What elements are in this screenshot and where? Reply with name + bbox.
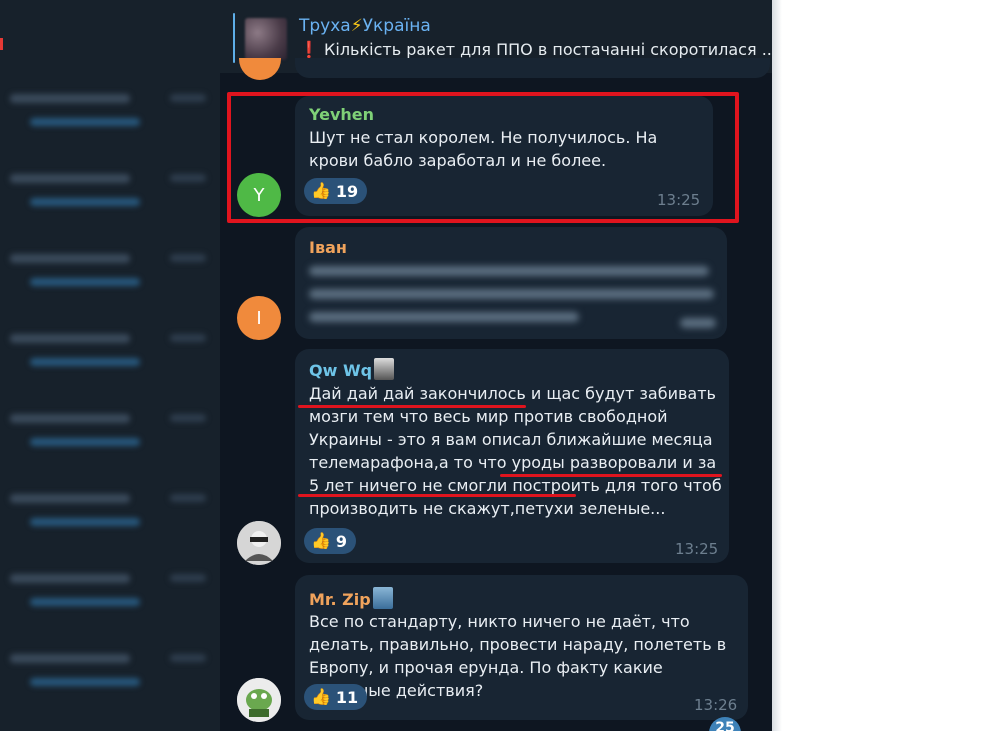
sender-name[interactable]: Mr. Zip [309,587,393,609]
chat-list-sidebar [0,0,220,731]
highlight-underline [298,494,576,497]
blurred-message-text [309,266,719,335]
sidebar-accent [0,38,3,50]
highlight-underline [500,474,722,477]
chat-list-item[interactable] [0,400,220,480]
chat-list-item[interactable] [0,640,220,720]
sender-name[interactable]: Qw Wq [309,358,395,380]
exclamation-icon: ❗ [299,40,319,59]
sender-name[interactable]: Іван [309,238,347,257]
message-time: 13:25 [675,540,719,558]
chat-list-item[interactable] [0,240,220,320]
blurred-time [680,318,720,341]
pane-shadow [772,0,782,731]
message-text: Все по стандарту, никто ничего не даёт, … [309,612,727,700]
chat-list-item[interactable] [0,560,220,640]
reaction-count: 9 [335,531,348,551]
right-pane [772,0,1005,731]
message-bubble [295,58,770,78]
chat-list-item[interactable] [0,320,220,400]
frog-avatar-icon [237,678,281,722]
reaction-count: 19 [335,181,359,201]
thumbs-up-icon: 👍 [311,531,331,550]
message-time: 13:26 [694,696,738,714]
thumbs-up-icon: 👍 [311,181,331,200]
profile-emoji-icon [372,587,393,609]
avatar[interactable] [237,521,281,565]
chat-list-item[interactable] [0,160,220,240]
chat-list-item[interactable] [0,80,220,160]
avatar[interactable] [237,678,281,722]
thumbs-up-icon: 👍 [311,687,331,706]
reaction-count: 11 [335,687,359,707]
user-photo-icon [237,521,281,565]
reaction-button[interactable]: 👍 11 [304,684,368,710]
lightning-icon: ⚡ [350,16,363,36]
message-time: 13:25 [657,191,701,209]
pinned-thumbnail [245,18,287,60]
message-text: Дай дай дай закончилось и щас будут заби… [309,384,722,518]
pinned-channel-title[interactable]: Труха⚡Україна [299,16,431,36]
pinned-indicator [233,13,235,63]
pinned-message-text: ❗ Кількість ракет для ППО в постачанні с… [299,40,772,59]
profile-emoji-icon [374,358,395,380]
avatar[interactable] [239,58,281,80]
avatar[interactable]: І [237,296,281,340]
reaction-button[interactable]: 👍 19 [304,178,368,204]
sender-name[interactable]: Yevhen [309,105,374,124]
highlight-underline [298,405,526,408]
chat-panel: Труха⚡Україна ❗ Кількість ракет для ППО … [220,0,772,731]
reaction-button[interactable]: 👍 9 [304,528,357,554]
chat-list-item[interactable] [0,480,220,560]
avatar[interactable]: Y [237,173,281,217]
message-text: Шут не стал королем. Не получилось. На к… [309,128,658,170]
